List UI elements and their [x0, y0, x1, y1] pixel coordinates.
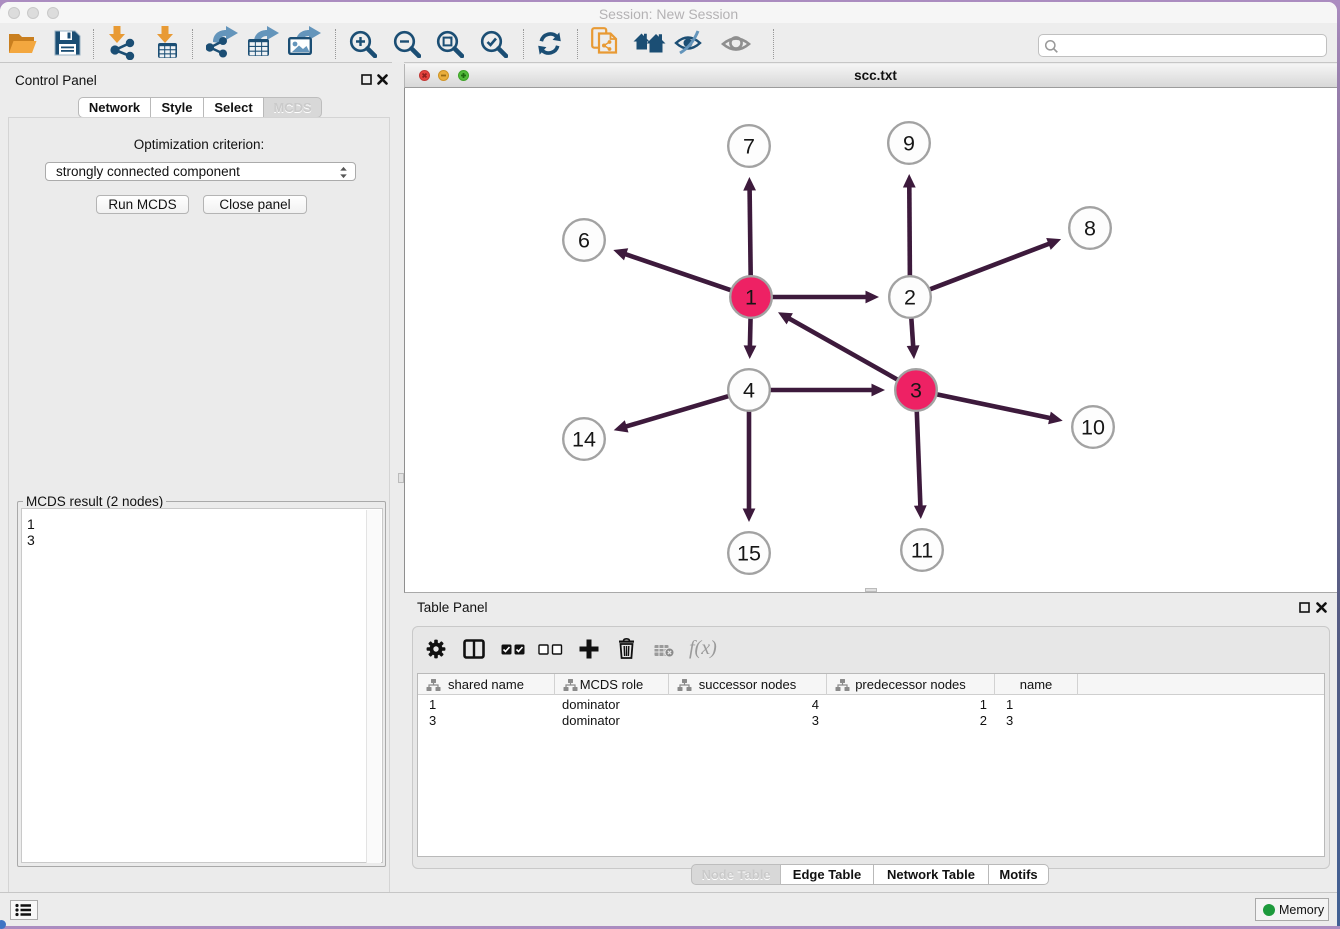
svg-text:9: 9 — [903, 132, 915, 156]
svg-text:2: 2 — [904, 286, 916, 310]
svg-text:11: 11 — [911, 539, 933, 563]
svg-text:15: 15 — [737, 542, 761, 566]
svg-text:7: 7 — [743, 135, 755, 159]
svg-text:8: 8 — [1084, 217, 1096, 241]
svg-text:4: 4 — [743, 379, 755, 403]
svg-text:10: 10 — [1081, 416, 1105, 440]
svg-text:14: 14 — [572, 428, 596, 452]
svg-text:1: 1 — [745, 286, 757, 310]
svg-text:6: 6 — [578, 229, 590, 253]
svg-text:3: 3 — [910, 379, 922, 403]
